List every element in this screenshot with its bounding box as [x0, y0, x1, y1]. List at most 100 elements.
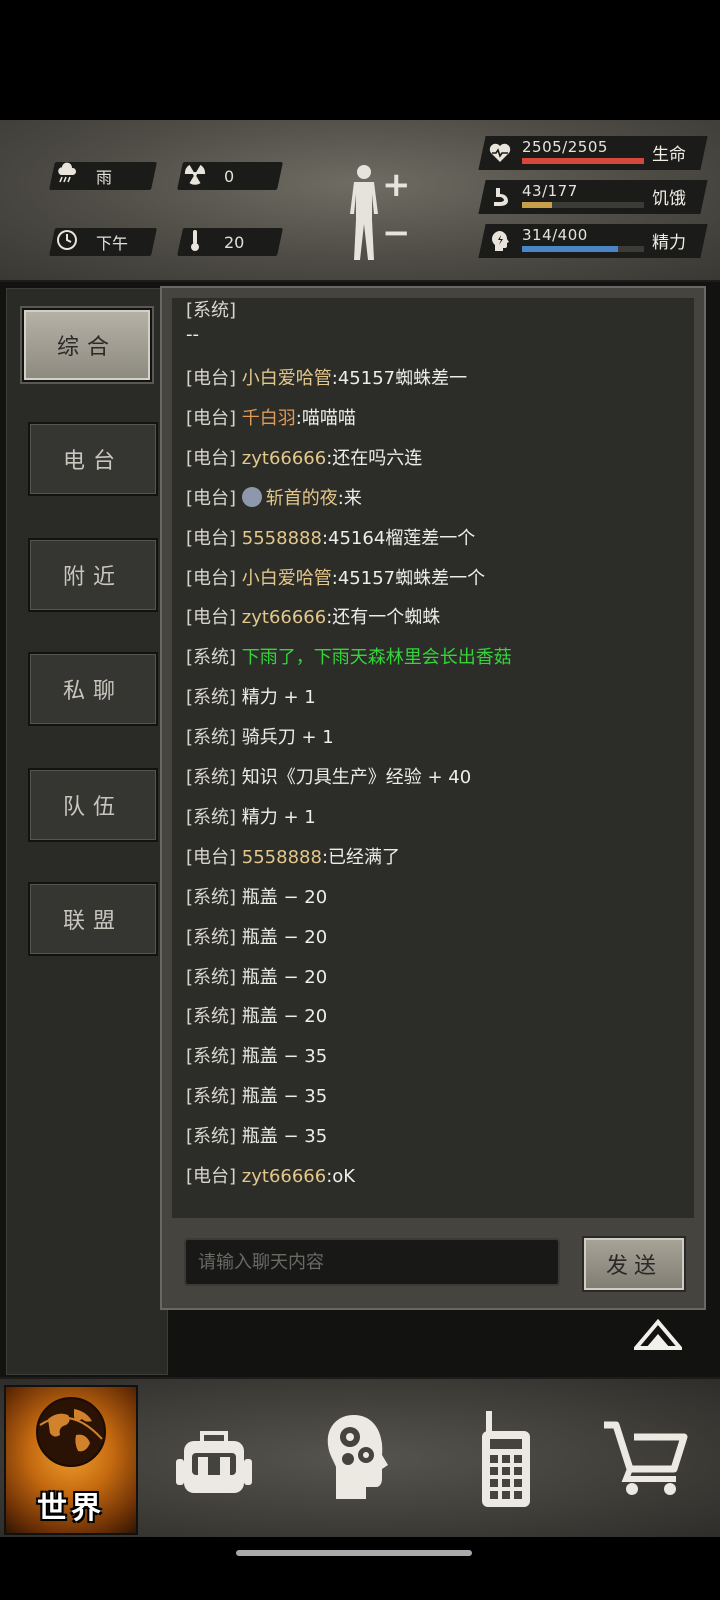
nav-world-label: 世界 — [37, 1491, 105, 1526]
message-text: 精力 + 1 — [241, 687, 316, 709]
chat-message: [电台] zyt66666:还在吗六连 — [186, 444, 422, 470]
chat-message: [电台] 5558888:已经满了 — [186, 843, 400, 869]
message-text: :来 — [337, 487, 362, 509]
message-tag: [系统] — [186, 886, 237, 908]
chat-message: [系统] 骑兵刀 + 1 — [186, 723, 334, 749]
message-tag: [电台] — [186, 527, 237, 549]
message-speaker[interactable]: 千白羽 — [242, 408, 296, 429]
home-indicator[interactable] — [236, 1550, 472, 1556]
nav-skills[interactable] — [296, 1385, 426, 1531]
message-text: :oK — [326, 1166, 356, 1187]
radiation-box: 0 — [177, 162, 283, 190]
message-tag: [电台] — [186, 567, 237, 589]
tab-radio[interactable]: 电台 — [28, 422, 158, 496]
player-avatar-icon[interactable] — [241, 487, 262, 508]
chat-message-partial: [系统] — [186, 298, 236, 322]
health-vital: 2505/2505 生命 — [478, 136, 708, 170]
energy-value: 314/400 — [522, 226, 588, 244]
message-tag: [系统] — [186, 806, 237, 828]
clock-icon — [52, 228, 82, 257]
chat-message: [电台] zyt66666:还有一个蜘蛛 — [186, 603, 440, 629]
brain-gears-icon — [327, 1415, 388, 1499]
message-speaker[interactable]: 斩首的夜 — [266, 488, 338, 509]
message-speaker[interactable]: 5558888 — [242, 528, 322, 549]
status-bar: 雨 0 下午 20 + − 2505/2505 生命 43/177 饥饿 314… — [0, 120, 720, 282]
message-text: 骑兵刀 + 1 — [241, 727, 334, 749]
message-tag: [电台] — [186, 447, 237, 469]
message-text: 知识《刀具生产》经验 + 40 — [241, 767, 472, 788]
energy-vital: 314/400 精力 — [478, 224, 708, 258]
message-tag: [系统] — [186, 687, 237, 709]
bottom-nav: 世界 — [0, 1377, 720, 1537]
message-text: 瓶盖 − 20 — [241, 886, 328, 908]
message-tag: [系统] — [186, 1086, 237, 1108]
send-button[interactable]: 发送 — [582, 1236, 686, 1292]
stomach-icon — [488, 185, 512, 209]
chat-message-partial: -- — [186, 324, 199, 345]
nav-radio[interactable] — [442, 1385, 572, 1531]
shopping-cart-icon — [604, 1421, 688, 1495]
message-speaker[interactable]: zyt66666 — [242, 607, 326, 628]
chat-message: [系统] 知识《刀具生产》经验 + 40 — [186, 763, 471, 789]
hunger-vital: 43/177 饥饿 — [478, 180, 708, 214]
message-text: :还在吗六连 — [326, 447, 423, 469]
message-text: :45164榴莲差一个 — [321, 527, 476, 549]
tab-team[interactable]: 队伍 — [28, 768, 158, 842]
minus-icon[interactable]: − — [382, 216, 411, 250]
tab-general[interactable]: 综合 — [22, 308, 152, 382]
chat-message: [系统] 瓶盖 − 20 — [186, 883, 327, 909]
message-text: :已经满了 — [321, 846, 401, 868]
nav-inventory[interactable] — [150, 1385, 280, 1531]
message-text: 瓶盖 − 20 — [241, 926, 328, 948]
message-tag: [系统] — [186, 1046, 237, 1068]
plus-icon[interactable]: + — [382, 168, 411, 202]
nav-shop[interactable] — [588, 1385, 718, 1531]
chat-message: [系统] 瓶盖 − 20 — [186, 1002, 327, 1028]
message-speaker[interactable]: zyt66666 — [242, 448, 326, 469]
time-box: 下午 — [49, 228, 157, 256]
message-text: 精力 + 1 — [241, 806, 316, 828]
message-tag: [系统] — [186, 1126, 237, 1148]
weather-box: 雨 — [49, 162, 157, 190]
chat-message: [电台] 斩首的夜:来 — [186, 484, 362, 511]
collapse-button[interactable] — [631, 1316, 685, 1352]
message-text: :45157蜘蛛差一 — [331, 368, 468, 389]
message-speaker[interactable]: 小白爱哈管 — [242, 568, 332, 589]
health-value: 2505/2505 — [522, 138, 608, 156]
chat-message: [系统] 瓶盖 − 35 — [186, 1122, 327, 1148]
message-text: 瓶盖 − 35 — [241, 1126, 328, 1148]
chat-message: [电台] zyt66666:oK — [186, 1162, 355, 1188]
message-tag: [系统] — [186, 966, 237, 988]
message-text: -- — [186, 324, 199, 345]
radiation-icon — [180, 163, 210, 190]
message-speaker[interactable]: 小白爱哈管 — [242, 368, 332, 389]
heart-pulse-icon — [488, 141, 512, 165]
radio-icon — [482, 1411, 530, 1507]
chat-message: [系统] 瓶盖 − 20 — [186, 963, 327, 989]
tab-nearby[interactable]: 附近 — [28, 538, 158, 612]
message-text: 下雨了，下雨天森林里会长出香菇 — [241, 647, 512, 669]
message-tag: [电台] — [186, 487, 237, 509]
temperature-value: 20 — [224, 232, 245, 252]
radiation-value: 0 — [224, 166, 235, 186]
chat-message: [系统] 下雨了，下雨天森林里会长出香菇 — [186, 643, 512, 669]
rain-cloud-icon — [52, 162, 82, 191]
message-tag: [电台] — [186, 846, 237, 868]
message-tag: [系统] — [186, 767, 237, 788]
nav-world[interactable]: 世界 — [4, 1385, 138, 1535]
health-label: 生命 — [652, 145, 686, 165]
chat-panel: [系统] -- [电台] 小白爱哈管:45157蜘蛛差一 [电台] 千白羽:喵喵喵… — [160, 286, 706, 1310]
message-text: 瓶盖 − 35 — [241, 1086, 328, 1108]
chat-message: [电台] 5558888:45164榴莲差一个 — [186, 524, 475, 550]
tab-private[interactable]: 私聊 — [28, 652, 158, 726]
message-tag: [系统] — [186, 1006, 237, 1028]
energy-label: 精力 — [652, 233, 686, 253]
message-tag: [系统] — [186, 926, 237, 948]
time-value: 下午 — [96, 234, 129, 253]
tab-alliance[interactable]: 联盟 — [28, 882, 158, 956]
message-speaker[interactable]: zyt66666 — [242, 1166, 326, 1187]
chat-input[interactable] — [184, 1238, 560, 1286]
chat-log[interactable]: [系统] -- [电台] 小白爱哈管:45157蜘蛛差一 [电台] 千白羽:喵喵喵… — [172, 298, 694, 1218]
energy-bar-fill — [522, 246, 618, 252]
message-speaker[interactable]: 5558888 — [242, 847, 322, 868]
